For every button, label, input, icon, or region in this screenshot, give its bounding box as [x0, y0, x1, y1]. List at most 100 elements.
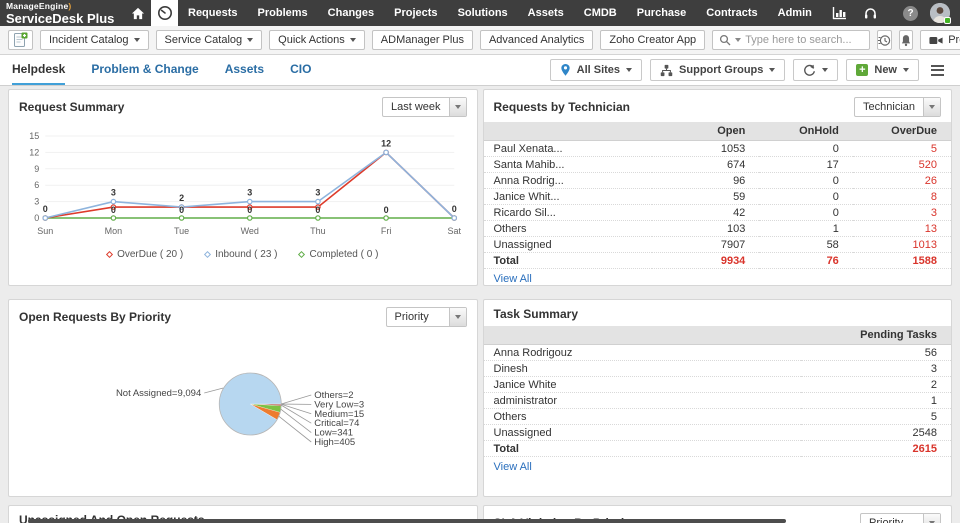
svg-text:Fri: Fri — [381, 226, 392, 236]
table-row[interactable]: Anna Rodrigouz 56 — [483, 344, 951, 361]
search-scope-chevron-icon[interactable] — [735, 38, 742, 42]
legend-item[interactable]: Inbound ( 23 ) — [204, 249, 277, 260]
horizontal-scrollbar-thumb[interactable] — [28, 519, 786, 523]
quick-toolbar: Incident Catalog Service Catalog Quick A… — [0, 26, 960, 55]
chevron-down-icon[interactable] — [448, 98, 466, 116]
table-row[interactable]: Dinesh 3 — [483, 360, 951, 377]
plus-icon: + — [856, 64, 869, 76]
reports-chart-icon[interactable] — [832, 6, 847, 20]
cell: 2615 — [801, 440, 951, 457]
svg-text:Mon: Mon — [105, 226, 123, 236]
headset-icon[interactable] — [863, 6, 878, 21]
help-icon[interactable]: ? — [903, 5, 918, 21]
priority-filter-select[interactable]: Priority — [385, 307, 467, 327]
quick-actions-button[interactable]: Quick Actions — [269, 30, 365, 50]
new-button[interactable]: + New — [846, 59, 919, 81]
diamond-marker-icon — [204, 250, 212, 259]
menu-hamburger-icon[interactable] — [927, 64, 948, 76]
nav-item-requests[interactable]: Requests — [178, 0, 248, 26]
support-groups-button[interactable]: Support Groups — [650, 59, 786, 81]
table-row[interactable]: Others 5 — [483, 408, 951, 425]
advanced-analytics-button[interactable]: Advanced Analytics — [479, 30, 594, 50]
cell: 0 — [759, 172, 853, 189]
nav-item-changes[interactable]: Changes — [318, 0, 384, 26]
table-row[interactable]: Others 103 1 13 — [483, 220, 951, 237]
new-label: New — [874, 64, 897, 76]
brand-line1: ManageEngine — [6, 1, 69, 11]
nav-item-contracts[interactable]: Contracts — [696, 0, 767, 26]
product-overview-button[interactable]: Product Overview — [920, 30, 960, 50]
table-row[interactable]: Janice Whit... 59 0 8 — [483, 188, 951, 205]
incident-catalog-label: Incident Catalog — [49, 34, 129, 46]
cell: 8 — [852, 188, 951, 205]
dashboard-tab[interactable] — [151, 0, 178, 26]
nav-item-problems[interactable]: Problems — [248, 0, 318, 26]
table-row[interactable]: Janice White 2 — [483, 376, 951, 393]
brand-swirl-icon: ) — [68, 1, 72, 11]
cell: Janice White — [483, 376, 802, 393]
global-search[interactable] — [712, 30, 871, 50]
view-all-link[interactable]: View All — [484, 269, 542, 285]
recent-items-button[interactable] — [877, 30, 893, 50]
table-row[interactable]: Santa Mahib... 674 17 520 — [483, 156, 951, 173]
table-row[interactable]: Ricardo Sil... 42 0 3 — [483, 204, 951, 221]
tab-problem-change[interactable]: Problem & Change — [91, 55, 198, 85]
history-clock-icon — [878, 34, 891, 46]
zoho-creator-app-button[interactable]: Zoho Creator App — [600, 30, 706, 50]
cell: 103 — [651, 220, 760, 237]
legend-item[interactable]: OverDue ( 20 ) — [106, 249, 183, 260]
zoho-creator-label: Zoho Creator App — [609, 34, 697, 46]
search-input[interactable] — [745, 34, 864, 46]
nav-item-purchase[interactable]: Purchase — [627, 0, 697, 26]
nav-item-admin[interactable]: Admin — [768, 0, 822, 26]
video-camera-icon — [929, 36, 943, 44]
chevron-down-icon[interactable] — [923, 514, 940, 523]
search-icon — [720, 34, 731, 46]
nav-item-solutions[interactable]: Solutions — [448, 0, 518, 26]
all-sites-button[interactable]: All Sites — [549, 59, 643, 81]
svg-text:0: 0 — [34, 213, 39, 223]
tab-cio[interactable]: CIO — [290, 55, 311, 85]
nav-item-assets[interactable]: Assets — [518, 0, 574, 26]
chevron-down-icon[interactable] — [923, 98, 940, 116]
nav-item-cmdb[interactable]: CMDB — [574, 0, 627, 26]
panel-title: Request Summary — [19, 100, 125, 114]
incident-catalog-button[interactable]: Incident Catalog — [40, 30, 149, 50]
table-row[interactable]: Unassigned 2548 — [483, 424, 951, 441]
user-avatar[interactable] — [930, 3, 951, 24]
sla-priority-filter-select[interactable]: Priority — [860, 513, 941, 523]
task-summary-table: Pending Tasks Anna Rodrigouz 56 Dinesh 3 Jani… — [483, 326, 951, 457]
svg-text:0: 0 — [111, 205, 116, 215]
request-summary-filter-select[interactable]: Last week — [381, 97, 467, 117]
admanager-plus-button[interactable]: ADManager Plus — [371, 30, 473, 50]
svg-text:Thu: Thu — [310, 226, 326, 236]
service-catalog-button[interactable]: Service Catalog — [155, 30, 263, 50]
chevron-down-icon[interactable] — [448, 308, 466, 326]
notifications-button[interactable] — [899, 30, 914, 50]
column-header: OverDue — [852, 122, 951, 141]
nav-item-projects[interactable]: Projects — [384, 0, 447, 26]
technician-filter-select[interactable]: Technician — [854, 97, 941, 117]
home-tab[interactable] — [124, 0, 151, 26]
chevron-down-icon — [349, 38, 356, 42]
filter-value: Priority — [869, 517, 904, 523]
svg-text:3: 3 — [315, 188, 320, 198]
svg-text:3: 3 — [111, 188, 116, 198]
cell: 26 — [852, 172, 951, 189]
cell: 1 — [759, 220, 853, 237]
add-request-template-button[interactable] — [8, 30, 33, 50]
table-row[interactable]: Paul Xenata... 1053 0 5 — [483, 140, 951, 157]
tab-assets[interactable]: Assets — [225, 55, 264, 85]
panel-title: Open Requests By Priority — [19, 310, 172, 324]
view-all-link[interactable]: View All — [484, 457, 542, 473]
svg-text:12: 12 — [381, 138, 391, 148]
table-row[interactable]: Anna Rodrig... 96 0 26 — [483, 172, 951, 189]
table-row[interactable]: administrator 1 — [483, 392, 951, 409]
table-row[interactable]: Unassigned 7907 58 1013 — [483, 236, 951, 253]
svg-text:Tue: Tue — [174, 226, 189, 236]
legend-item[interactable]: Completed ( 0 ) — [298, 249, 378, 260]
refresh-button[interactable] — [793, 59, 839, 81]
total-row: Total 9934 76 1588 — [483, 252, 951, 269]
tab-helpdesk[interactable]: Helpdesk — [12, 55, 66, 85]
quick-actions-label: Quick Actions — [278, 34, 345, 46]
